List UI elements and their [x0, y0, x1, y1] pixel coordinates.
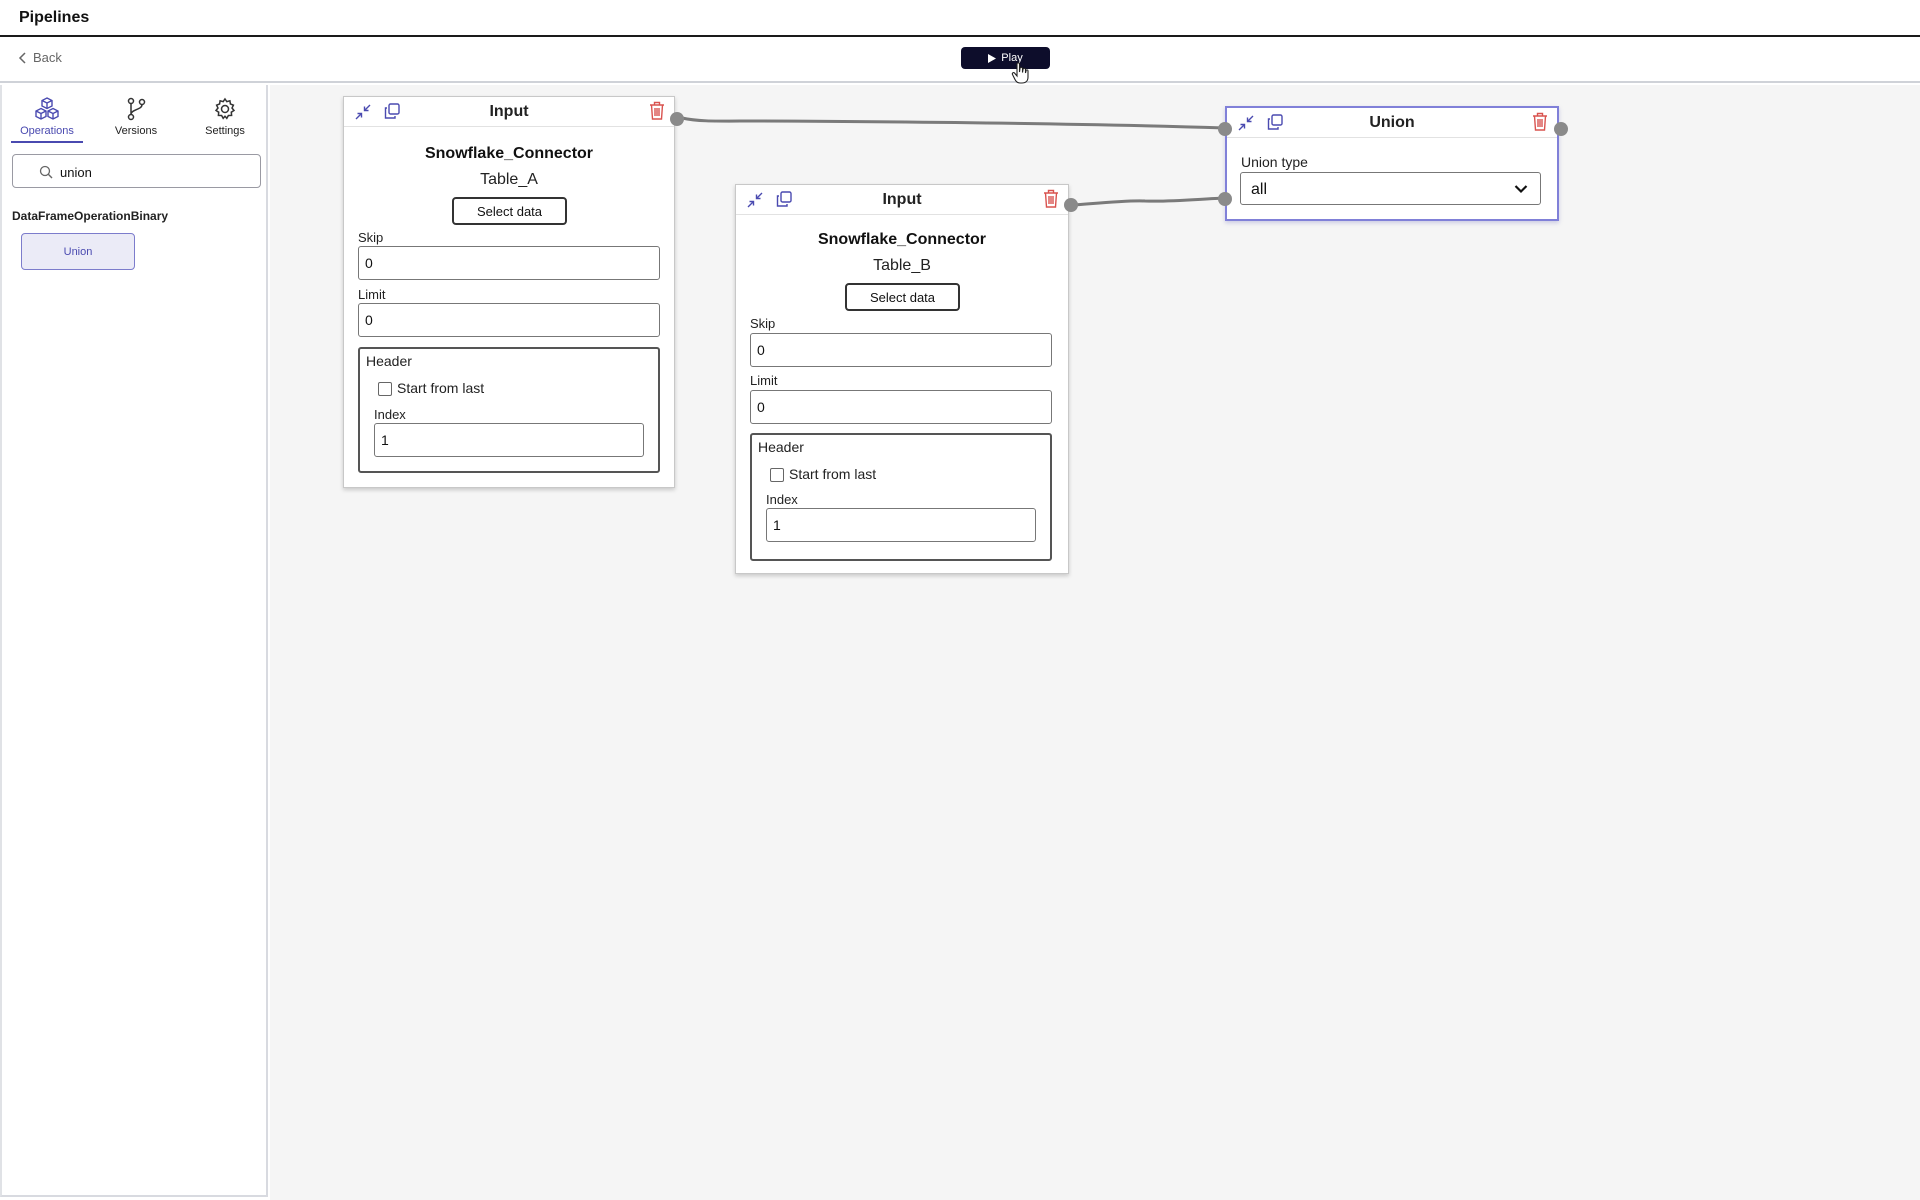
- table-name: Table_B: [873, 257, 931, 274]
- output-port[interactable]: [1554, 122, 1568, 136]
- play-icon: [988, 53, 997, 63]
- title-bar: Pipelines: [0, 0, 1920, 37]
- tab-settings-label: Settings: [205, 125, 245, 137]
- branch-icon: [127, 97, 146, 121]
- node-header: Union: [1227, 108, 1557, 138]
- node-title: Input: [489, 103, 529, 120]
- header-legend: Header: [758, 439, 804, 455]
- app-title: Pipelines: [19, 9, 90, 26]
- node-header: Input: [736, 185, 1068, 215]
- start-from-last-checkbox[interactable]: [378, 382, 392, 396]
- chevron-left-icon: [18, 51, 26, 64]
- index-label: Index: [374, 407, 406, 422]
- select-data-button[interactable]: Select data: [452, 197, 567, 225]
- toolbar: Back Play: [0, 37, 1920, 84]
- header-fieldset: Header Start from last Index: [358, 347, 660, 473]
- start-from-last-label: Start from last: [789, 466, 877, 482]
- operation-union-item[interactable]: Union: [21, 233, 135, 270]
- input-node-table-a[interactable]: Input Snowflake_Connector Table_A Select…: [343, 96, 684, 488]
- header-fieldset: Header Start from last Index: [750, 433, 1052, 561]
- trash-icon[interactable]: [649, 101, 665, 120]
- union-type-select[interactable]: all: [1240, 172, 1541, 205]
- operations-search: [12, 154, 261, 188]
- skip-label: Skip: [750, 316, 776, 331]
- gear-icon: [214, 97, 236, 120]
- cubes-icon: [35, 97, 59, 120]
- hand-cursor-icon: [1011, 62, 1029, 84]
- start-from-last-checkbox[interactable]: [770, 468, 784, 482]
- tab-operations-label: Operations: [20, 125, 74, 137]
- limit-input[interactable]: [750, 390, 1052, 424]
- tab-operations[interactable]: Operations: [7, 97, 87, 143]
- index-input[interactable]: [766, 508, 1036, 542]
- tab-versions-label: Versions: [114, 125, 158, 137]
- input-node-table-b[interactable]: Input Snowflake_Connector Table_B Select…: [735, 184, 1078, 574]
- play-button[interactable]: Play: [961, 47, 1050, 69]
- back-label: Back: [33, 50, 62, 65]
- index-label: Index: [766, 492, 798, 507]
- trash-icon[interactable]: [1043, 189, 1059, 208]
- limit-input[interactable]: [358, 303, 660, 337]
- limit-label: Limit: [358, 287, 386, 302]
- start-from-last-label: Start from last: [397, 380, 485, 396]
- skip-input[interactable]: [750, 333, 1052, 367]
- operations-sidebar: Operations Versions Settings DataFrameOp…: [0, 85, 268, 1197]
- category-heading: DataFrameOperationBinary: [12, 209, 169, 223]
- node-title: Input: [882, 191, 922, 208]
- select-data-button[interactable]: Select data: [845, 283, 960, 311]
- union-node[interactable]: Union Union type all: [1218, 106, 1568, 221]
- trash-icon[interactable]: [1532, 112, 1548, 131]
- union-type-label: Union type: [1241, 154, 1308, 170]
- node-header: Input: [344, 97, 674, 127]
- node-title: Union: [1369, 114, 1415, 131]
- tab-settings[interactable]: Settings: [185, 97, 265, 137]
- input-port-right[interactable]: [1218, 192, 1232, 206]
- table-name: Table_A: [480, 171, 538, 188]
- index-input[interactable]: [374, 423, 644, 457]
- back-button[interactable]: Back: [18, 50, 62, 65]
- input-port-left[interactable]: [1218, 122, 1232, 136]
- connector-name: Snowflake_Connector: [424, 145, 594, 162]
- search-icon: [39, 165, 53, 179]
- header-legend: Header: [366, 353, 412, 369]
- output-port[interactable]: [1064, 198, 1078, 212]
- search-input[interactable]: [60, 162, 250, 182]
- output-port[interactable]: [670, 112, 684, 126]
- tab-versions[interactable]: Versions: [96, 97, 176, 137]
- chevron-down-icon: [1514, 185, 1528, 194]
- skip-label: Skip: [358, 230, 384, 245]
- limit-label: Limit: [750, 373, 778, 388]
- skip-input[interactable]: [358, 246, 660, 280]
- union-type-value: all: [1251, 181, 1268, 198]
- connector-name: Snowflake_Connector: [817, 231, 987, 248]
